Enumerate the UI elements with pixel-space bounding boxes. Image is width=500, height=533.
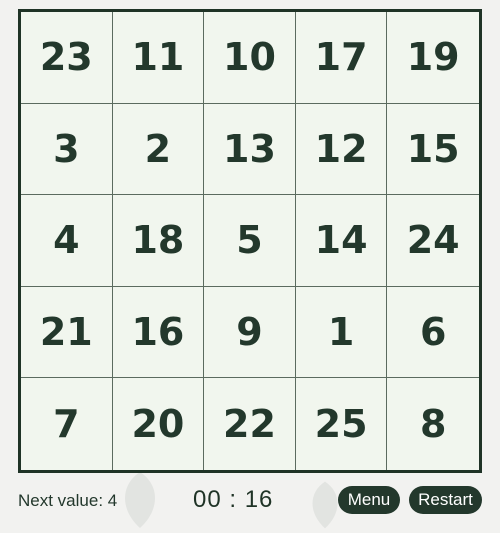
menu-button[interactable]: Menu (338, 486, 400, 514)
board-cell[interactable]: 4 (21, 195, 113, 287)
board-cell[interactable]: 1 (295, 286, 388, 379)
next-value-label: Next value: 4 (18, 491, 118, 510)
board-cell[interactable]: 2 (112, 103, 205, 196)
board-cell[interactable]: 14 (295, 195, 388, 287)
game-footer: Next value: 4 00 : 16 Menu Restart (18, 482, 482, 516)
game-timer: 00 : 16 (193, 486, 274, 513)
board-cell[interactable]: 24 (387, 195, 479, 287)
board-cell[interactable]: 22 (204, 378, 296, 470)
board-cell[interactable]: 19 (387, 12, 479, 104)
restart-button[interactable]: Restart (409, 486, 482, 514)
board-cell[interactable]: 3 (21, 103, 113, 196)
board-cell[interactable]: 7 (21, 378, 113, 470)
board-cell[interactable]: 5 (204, 195, 296, 287)
board-cell[interactable]: 17 (295, 12, 388, 104)
board-cell[interactable]: 10 (204, 12, 296, 104)
board-cell[interactable]: 18 (112, 195, 205, 287)
board-cell[interactable]: 25 (296, 378, 388, 470)
board-cell[interactable]: 21 (21, 286, 113, 379)
board-cell[interactable]: 8 (387, 378, 479, 470)
board-cell[interactable]: 6 (387, 287, 479, 379)
board-cell[interactable]: 13 (204, 103, 296, 196)
board-cell[interactable]: 20 (113, 378, 205, 470)
board-cell[interactable]: 23 (21, 12, 113, 104)
board-cell[interactable]: 15 (387, 104, 479, 196)
puzzle-board: 23 11 10 17 19 3 2 13 12 15 4 18 5 14 24… (18, 9, 482, 473)
board-cell[interactable]: 16 (112, 286, 205, 379)
board-cell[interactable]: 9 (204, 286, 296, 379)
board-cell[interactable]: 12 (295, 103, 388, 196)
board-cell[interactable]: 11 (112, 12, 205, 104)
